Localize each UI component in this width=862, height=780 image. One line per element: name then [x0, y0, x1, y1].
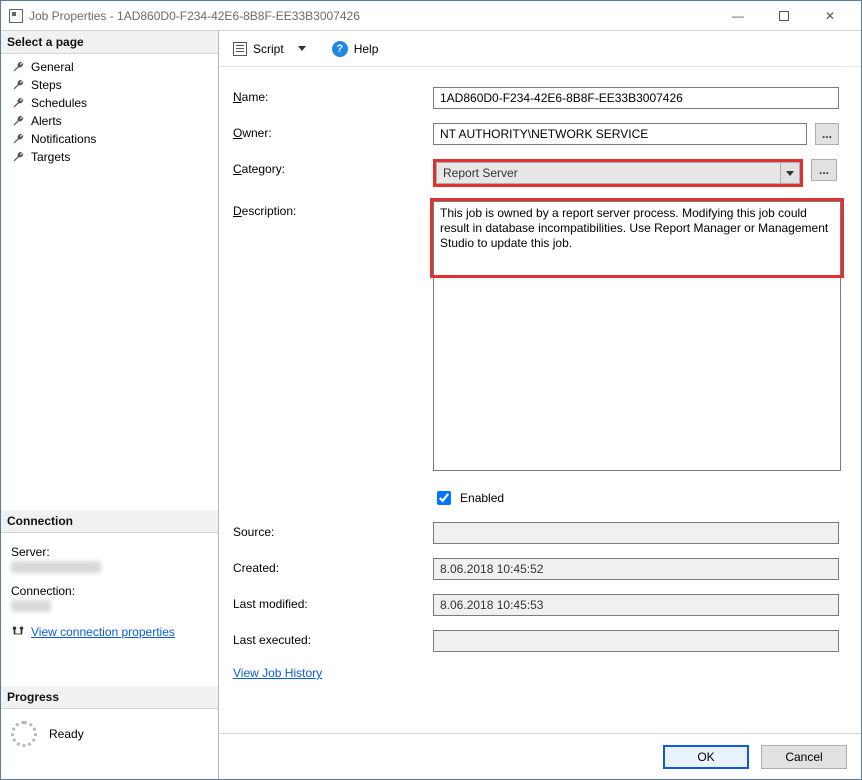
- chevron-down-icon: [786, 171, 794, 176]
- chevron-down-icon: [298, 46, 306, 51]
- name-field[interactable]: [433, 87, 839, 109]
- sidebar-item-label: Alerts: [31, 114, 62, 128]
- titlebar[interactable]: Job Properties - 1AD860D0-F234-42E6-8B8F…: [1, 1, 861, 31]
- connection-header: Connection: [1, 510, 218, 533]
- category-label: Category:: [233, 159, 433, 176]
- executed-label: Last executed:: [233, 630, 433, 647]
- wrench-icon: [11, 150, 25, 164]
- progress-header: Progress: [1, 686, 218, 709]
- category-dropdown-arrow[interactable]: [780, 162, 800, 184]
- sidebar-item-notifications[interactable]: Notifications: [1, 130, 218, 148]
- description-label: Description:: [233, 201, 433, 218]
- connection-panel: Server: Connection: View connection prop…: [1, 533, 218, 646]
- sidebar-item-general[interactable]: General: [1, 58, 218, 76]
- ellipsis-icon: ...: [819, 163, 829, 177]
- sidebar-item-label: General: [31, 60, 74, 74]
- sidebar-item-schedules[interactable]: Schedules: [1, 94, 218, 112]
- help-icon: ?: [332, 41, 348, 57]
- modified-field: [433, 594, 839, 616]
- sidebar-item-label: Notifications: [31, 132, 96, 146]
- wrench-icon: [11, 96, 25, 110]
- script-button[interactable]: Script: [229, 40, 288, 58]
- window-title: Job Properties - 1AD860D0-F234-42E6-8B8F…: [29, 9, 709, 23]
- sidebar-item-label: Targets: [31, 150, 70, 164]
- sidebar-item-steps[interactable]: Steps: [1, 76, 218, 94]
- progress-status: Ready: [49, 727, 84, 741]
- form-area: Name: Owner: ... Category:: [219, 67, 861, 733]
- job-properties-window: Job Properties - 1AD860D0-F234-42E6-8B8F…: [0, 0, 862, 780]
- executed-field: [433, 630, 839, 652]
- category-select[interactable]: [433, 159, 803, 187]
- view-connection-properties[interactable]: View connection properties: [11, 623, 208, 640]
- script-label: Script: [253, 42, 284, 56]
- page-list: General Steps Schedules Alerts Notificat…: [1, 54, 218, 172]
- connection-label: Connection:: [11, 584, 208, 598]
- view-connection-properties-link[interactable]: View connection properties: [31, 625, 175, 639]
- view-job-history-link[interactable]: View Job History: [233, 666, 322, 680]
- help-label: Help: [354, 42, 379, 56]
- app-icon: [9, 9, 23, 23]
- window-buttons: — ✕: [715, 2, 853, 30]
- name-label: Name:: [233, 87, 433, 104]
- category-value[interactable]: [436, 162, 800, 184]
- created-field: [433, 558, 839, 580]
- ok-button[interactable]: OK: [663, 745, 749, 769]
- wrench-icon: [11, 60, 25, 74]
- created-label: Created:: [233, 558, 433, 575]
- spinner-icon: [11, 721, 37, 747]
- source-label: Source:: [233, 522, 433, 539]
- owner-field[interactable]: [433, 123, 807, 145]
- help-button[interactable]: ? Help: [328, 39, 383, 59]
- wrench-icon: [11, 132, 25, 146]
- close-button[interactable]: ✕: [807, 2, 853, 30]
- owner-label: Owner:: [233, 123, 433, 140]
- cancel-button[interactable]: Cancel: [761, 745, 847, 769]
- maximize-button[interactable]: [761, 2, 807, 30]
- source-field: [433, 522, 839, 544]
- sidebar-item-targets[interactable]: Targets: [1, 148, 218, 166]
- connection-value-redacted: [11, 600, 51, 612]
- sidebar-item-alerts[interactable]: Alerts: [1, 112, 218, 130]
- server-value-redacted: [11, 561, 101, 573]
- modified-label: Last modified:: [233, 594, 433, 611]
- sidebar-item-label: Steps: [31, 78, 62, 92]
- wrench-icon: [11, 78, 25, 92]
- close-icon: ✕: [825, 9, 835, 23]
- minimize-icon: —: [732, 9, 744, 23]
- owner-browse-button[interactable]: ...: [815, 123, 839, 145]
- enabled-checkbox-input[interactable]: [437, 491, 451, 505]
- script-dropdown[interactable]: [294, 44, 310, 53]
- toolbar: Script ? Help: [219, 31, 861, 67]
- progress-panel: Ready: [1, 709, 218, 759]
- connection-icon: [11, 623, 25, 640]
- maximize-icon: [779, 11, 789, 21]
- script-icon: [233, 42, 247, 56]
- main-panel: Script ? Help Name:: [219, 31, 861, 779]
- wrench-icon: [11, 114, 25, 128]
- ellipsis-icon: ...: [822, 127, 832, 141]
- dialog-footer: OK Cancel: [219, 733, 861, 779]
- minimize-button[interactable]: —: [715, 2, 761, 30]
- category-browse-button[interactable]: ...: [811, 159, 837, 181]
- sidebar-item-label: Schedules: [31, 96, 87, 110]
- description-field[interactable]: [433, 201, 841, 471]
- client-area: Select a page General Steps Schedules Al…: [1, 31, 861, 779]
- enabled-checkbox[interactable]: Enabled: [433, 488, 504, 508]
- server-label: Server:: [11, 545, 208, 559]
- sidebar: Select a page General Steps Schedules Al…: [1, 31, 219, 779]
- select-page-header: Select a page: [1, 31, 218, 54]
